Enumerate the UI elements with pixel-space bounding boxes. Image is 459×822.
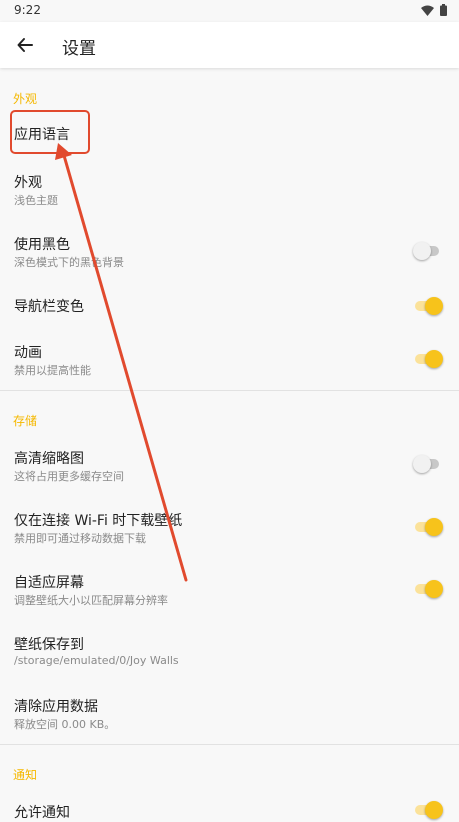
setting-title: 动画	[14, 345, 42, 361]
annotation-highlight-box	[10, 110, 90, 154]
setting-title: 清除应用数据	[14, 699, 98, 715]
status-icons	[421, 4, 447, 16]
setting-subtitle: 调整壁纸大小以匹配屏幕分辨率	[14, 594, 168, 607]
battery-icon	[440, 4, 447, 16]
hd-thumbnails-toggle[interactable]	[413, 454, 443, 474]
setting-navbar-color[interactable]: 导航栏变色	[0, 288, 459, 324]
setting-subtitle: 这将占用更多缓存空间	[14, 470, 124, 483]
back-button[interactable]	[10, 30, 40, 60]
setting-title: 自适应屏幕	[14, 575, 84, 591]
setting-title: 壁纸保存到	[14, 637, 84, 653]
setting-save-location[interactable]: 壁纸保存到 /storage/emulated/0/Joy Walls	[0, 626, 459, 680]
setting-appearance[interactable]: 外观 浅色主题	[0, 164, 459, 218]
wifi-icon	[421, 5, 434, 16]
setting-subtitle: 释放空间 0.00 KB。	[14, 718, 116, 731]
setting-subtitle: 禁用即可通过移动数据下载	[14, 532, 146, 545]
navbar-color-toggle[interactable]	[413, 296, 443, 316]
setting-adaptive-screen[interactable]: 自适应屏幕 调整壁纸大小以匹配屏幕分辨率	[0, 564, 459, 618]
section-header-notifications: 通知	[13, 768, 38, 782]
status-time: 9:22	[14, 3, 41, 17]
setting-subtitle: /storage/emulated/0/Joy Walls	[14, 654, 179, 667]
section-divider	[0, 390, 459, 391]
setting-hd-thumbnails[interactable]: 高清缩略图 这将占用更多缓存空间	[0, 440, 459, 494]
setting-animation[interactable]: 动画 禁用以提高性能	[0, 334, 459, 384]
app-bar: 设置	[0, 22, 459, 68]
setting-subtitle: 深色模式下的黑色背景	[14, 256, 124, 269]
animation-toggle[interactable]	[413, 349, 443, 369]
section-header-storage: 存储	[13, 414, 38, 428]
setting-title: 允许通知	[14, 805, 70, 821]
setting-wifi-only[interactable]: 仅在连接 Wi-Fi 时下载壁纸 禁用即可通过移动数据下载	[0, 502, 459, 556]
setting-subtitle: 浅色主题	[14, 194, 58, 207]
setting-title: 仅在连接 Wi-Fi 时下载壁纸	[14, 513, 183, 529]
setting-title: 外观	[14, 175, 42, 191]
arrow-left-icon	[17, 38, 33, 52]
status-bar: 9:22	[0, 0, 459, 22]
section-divider	[0, 744, 459, 745]
setting-title: 导航栏变色	[14, 299, 84, 315]
setting-use-black[interactable]: 使用黑色 深色模式下的黑色背景	[0, 226, 459, 280]
setting-title: 高清缩略图	[14, 451, 84, 467]
setting-title: 使用黑色	[14, 237, 70, 253]
wifi-only-toggle[interactable]	[413, 517, 443, 537]
use-black-toggle[interactable]	[413, 241, 443, 261]
allow-notifications-toggle[interactable]	[413, 800, 443, 820]
adaptive-screen-toggle[interactable]	[413, 579, 443, 599]
section-header-appearance: 外观	[13, 92, 38, 106]
page-title: 设置	[62, 39, 96, 59]
setting-subtitle: 禁用以提高性能	[14, 364, 91, 377]
setting-clear-data[interactable]: 清除应用数据 释放空间 0.00 KB。	[0, 688, 459, 738]
setting-allow-notifications[interactable]: 允许通知	[0, 794, 459, 821]
